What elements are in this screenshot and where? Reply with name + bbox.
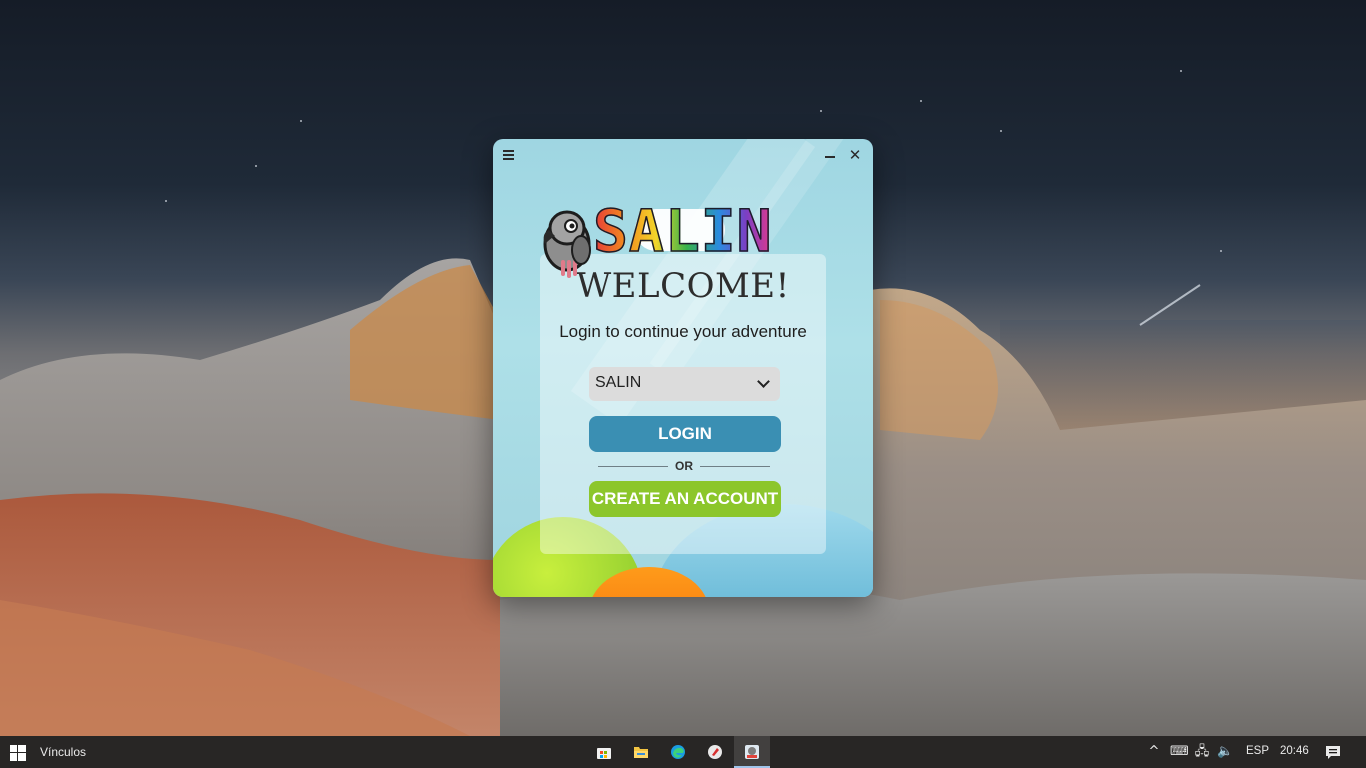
salin-app-icon (745, 745, 759, 759)
file-explorer-app[interactable] (623, 736, 659, 768)
or-divider: OR (598, 459, 770, 473)
language-indicator[interactable]: ESP (1246, 745, 1269, 757)
close-icon[interactable]: ✕ (847, 147, 863, 163)
salin-logo: SALIN (537, 196, 787, 279)
or-label: OR (675, 459, 693, 473)
salin-app-taskbar[interactable] (734, 736, 770, 768)
store-app[interactable] (586, 736, 622, 768)
edge-app[interactable] (660, 736, 696, 768)
login-subtitle: Login to continue your adventure (559, 322, 807, 341)
clock[interactable]: 20:46 (1280, 745, 1309, 757)
divider-line (598, 466, 668, 467)
star (820, 110, 822, 112)
parrot-mascot-icon (543, 210, 591, 278)
edge-icon (671, 745, 685, 759)
star (255, 165, 257, 167)
chevron-down-icon (757, 375, 770, 388)
network-icon[interactable]: 🖧 (1194, 744, 1210, 760)
star (920, 100, 922, 102)
login-panel: WELCOME! Login to continue your adventur… (540, 254, 826, 554)
profile-select[interactable]: SALIN (589, 367, 780, 401)
start-button[interactable] (0, 736, 34, 768)
minimize-icon[interactable] (822, 147, 838, 163)
action-center-icon (1326, 746, 1340, 759)
keyboard-input-icon[interactable]: ⌨ (1170, 744, 1189, 760)
hamburger-menu-icon[interactable] (502, 148, 518, 164)
divider-line (700, 466, 770, 467)
salin-logo-text: SALIN (592, 196, 773, 266)
volume-icon[interactable]: 🔈 (1217, 744, 1233, 760)
profile-select-value: SALIN (595, 374, 642, 391)
star (165, 200, 167, 202)
windows-logo-icon (10, 745, 26, 761)
star (1180, 70, 1182, 72)
app-icon (708, 745, 722, 759)
taskbar: Vínculos ^ ⌨ 🖧 🔈 ESP 20:46 (0, 736, 1366, 768)
show-hidden-icons-chevron-up-icon[interactable]: ^ (1146, 744, 1162, 760)
star (1000, 130, 1002, 132)
taskbar-app[interactable] (697, 736, 733, 768)
salin-login-window: ✕ WELCOME! Login to continue your advent… (493, 139, 873, 597)
file-explorer-icon (634, 747, 648, 758)
notifications-icon[interactable] (1325, 744, 1341, 760)
links-toolbar[interactable]: Vínculos (40, 745, 86, 759)
create-account-button[interactable]: CREATE AN ACCOUNT (589, 481, 781, 517)
login-button[interactable]: LOGIN (589, 416, 781, 452)
star (300, 120, 302, 122)
star (1220, 250, 1222, 252)
store-icon (597, 748, 611, 759)
